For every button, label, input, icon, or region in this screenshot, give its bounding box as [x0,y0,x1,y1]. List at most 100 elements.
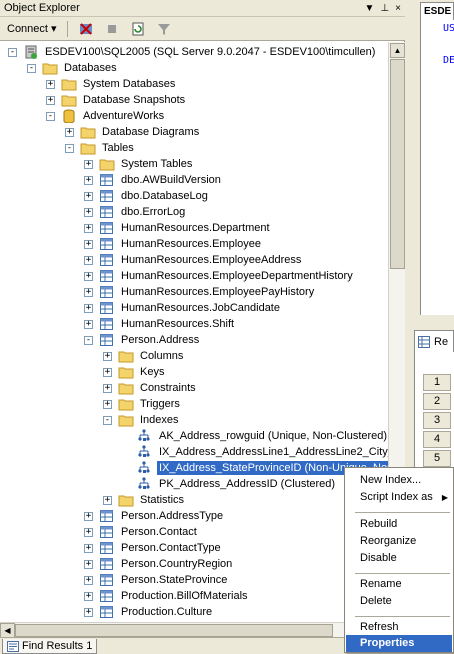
expand-icon[interactable]: + [103,351,112,361]
scroll-up-icon[interactable]: ▲ [390,43,405,58]
tree-node[interactable]: IX_Address_AddressLine1_AddressLine2_Cit… [122,444,388,460]
menu-item-rebuild[interactable]: Rebuild [346,516,452,533]
tree-node[interactable]: + HumanResources.EmployeePayHistory [84,284,316,300]
menu-item-refresh[interactable]: Refresh [346,619,452,636]
expand-icon[interactable]: + [84,303,93,313]
tree-node[interactable]: - AdventureWorks [46,108,166,124]
tree-node[interactable]: + HumanResources.Shift [84,316,236,332]
tree-node[interactable]: + dbo.DatabaseLog [84,188,210,204]
query-editor[interactable]: US DE [420,20,454,315]
code-line: DE [443,55,454,66]
tree-node[interactable]: - Person.Address [84,332,201,348]
tree-node[interactable]: + HumanResources.Department [84,220,272,236]
filter-button[interactable] [153,19,175,39]
tree-node[interactable]: - Tables [65,140,136,156]
expand-icon[interactable]: + [46,79,55,89]
expand-icon[interactable]: + [84,287,93,297]
expand-icon[interactable]: + [84,575,93,585]
tree-node-label: ESDEV100\SQL2005 (SQL Server 9.0.2047 - … [45,46,376,58]
tree-node-label: Person.ContactType [121,542,221,554]
tree-node[interactable]: + Production.Culture [84,604,214,620]
expand-icon[interactable]: + [84,543,93,553]
scrollbar-thumb[interactable] [390,59,405,269]
collapse-icon[interactable]: - [65,143,74,153]
tree-node-label: HumanResources.EmployeeAddress [121,254,302,266]
table-icon [100,270,113,282]
tree-node[interactable]: + Person.CountryRegion [84,556,234,572]
menu-item-rename[interactable]: Rename [346,576,452,593]
expand-icon[interactable]: + [84,319,93,329]
expand-icon[interactable]: + [103,367,112,377]
collapse-icon[interactable]: - [8,47,17,57]
expand-icon[interactable]: + [84,511,93,521]
menu-item-new-index[interactable]: New Index... [346,472,452,489]
tree-node[interactable]: PK_Address_AddressID (Clustered) [122,476,337,492]
tree-node[interactable]: + Constraints [103,380,198,396]
tree-node[interactable]: + dbo.AWBuildVersion [84,172,223,188]
menu-item-properties[interactable]: Properties [346,635,452,652]
tree-node[interactable]: AK_Address_rowguid (Unique, Non-Clustere… [122,428,388,444]
expand-icon[interactable]: + [84,255,93,265]
tree-node[interactable]: - Databases [27,60,119,76]
refresh-button[interactable] [127,19,149,39]
tree-node[interactable]: + Database Snapshots [46,92,187,108]
horizontal-scrollbar-thumb[interactable] [15,624,333,637]
tree-node[interactable]: + Production.BillOfMaterials [84,588,250,604]
horizontal-scrollbar[interactable]: ◀ ▶ [0,622,388,638]
disconnect-button[interactable] [75,19,97,39]
menu-item-disable[interactable]: Disable [346,550,452,567]
scroll-left-icon[interactable]: ◀ [0,623,15,638]
tree-node[interactable]: + HumanResources.EmployeeDepartmentHistor… [84,268,355,284]
expand-icon[interactable]: + [65,127,74,137]
expand-icon[interactable]: + [103,495,112,505]
expand-icon[interactable]: + [84,527,93,537]
tree-node[interactable]: - Indexes [103,412,181,428]
close-icon[interactable]: × [395,1,401,17]
expand-icon[interactable]: + [84,191,93,201]
collapse-icon[interactable]: - [103,415,112,425]
tree-node[interactable]: + HumanResources.Employee [84,236,263,252]
tree-node[interactable]: + HumanResources.JobCandidate [84,300,282,316]
pin-icon[interactable]: ⊥ [380,1,389,17]
menu-item-script-index-as[interactable]: Script Index as ▶ [346,489,452,506]
collapse-icon[interactable]: - [46,111,55,121]
expand-icon[interactable]: + [84,175,93,185]
tree-node[interactable]: + Keys [103,364,166,380]
server-icon [25,45,37,59]
dropdown-icon[interactable]: ▼ [365,1,375,17]
tree-node[interactable]: + dbo.ErrorLog [84,204,187,220]
expand-icon[interactable]: + [46,95,55,105]
tree-node[interactable]: - ESDEV100\SQL2005 (SQL Server 9.0.2047 -… [8,44,377,60]
tree-node[interactable]: + Triggers [103,396,182,412]
expand-icon[interactable]: + [84,159,93,169]
menu-item-delete[interactable]: Delete [346,593,452,610]
collapse-icon[interactable]: - [84,335,93,345]
tree-node[interactable]: + HumanResources.EmployeeAddress [84,252,303,268]
tree-node[interactable]: + System Databases [46,76,177,92]
folder-icon [118,383,134,395]
find-results-tab[interactable]: Find Results 1 [2,639,98,654]
query-tab[interactable]: ESDE [420,2,454,20]
connect-button[interactable]: Connect ▾ [4,19,60,39]
expand-icon[interactable]: + [103,383,112,393]
stop-button[interactable] [101,19,123,39]
tree-node[interactable]: + Person.AddressType [84,508,225,524]
expand-icon[interactable]: + [103,399,112,409]
results-tab[interactable]: Re [414,330,454,352]
expand-icon[interactable]: + [84,223,93,233]
expand-icon[interactable]: + [84,239,93,249]
expand-icon[interactable]: + [84,271,93,281]
tree-node[interactable]: + Database Diagrams [65,124,201,140]
expand-icon[interactable]: + [84,591,93,601]
expand-icon[interactable]: + [84,607,93,617]
tree-node[interactable]: + Person.StateProvince [84,572,229,588]
tree-node[interactable]: + Person.ContactType [84,540,223,556]
tree-node[interactable]: + System Tables [84,156,194,172]
tree-node[interactable]: + Statistics [103,492,186,508]
collapse-icon[interactable]: - [27,63,36,73]
tree-node[interactable]: + Person.Contact [84,524,199,540]
expand-icon[interactable]: + [84,559,93,569]
tree-node[interactable]: + Columns [103,348,185,364]
expand-icon[interactable]: + [84,207,93,217]
menu-item-reorganize[interactable]: Reorganize [346,533,452,550]
